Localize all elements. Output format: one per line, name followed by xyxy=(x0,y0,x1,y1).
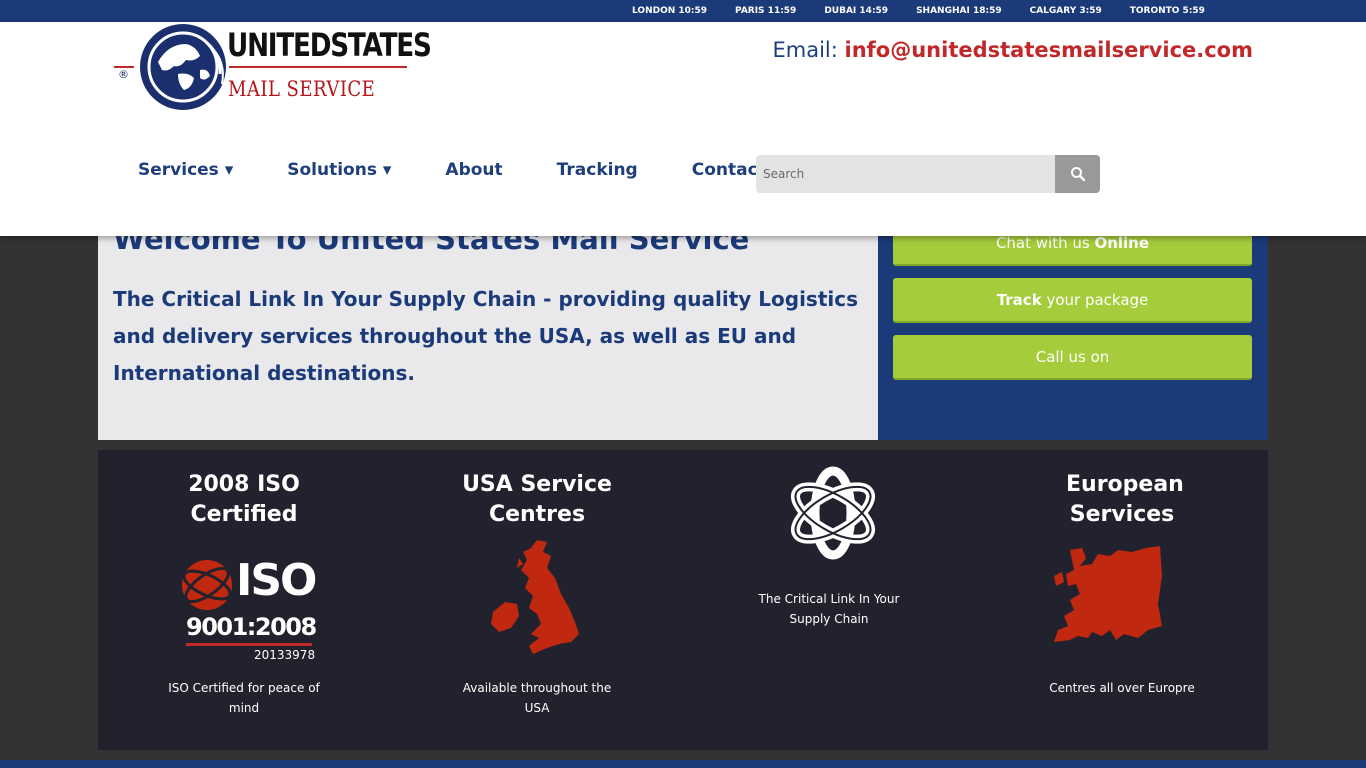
quick-actions-panel: Chat with us Online Track your package C… xyxy=(878,218,1268,440)
welcome-panel: Welcome To United States Mail Service Th… xyxy=(98,218,878,440)
email-link[interactable]: info@unitedstatesmailservice.com xyxy=(845,38,1253,62)
clock-london: LONDON 10:59 xyxy=(632,6,708,16)
europe-map-icon xyxy=(1054,546,1162,642)
nav-services[interactable]: Services ▾ xyxy=(138,160,233,180)
globe-logo-icon xyxy=(140,24,226,110)
logo-wordmark-top: UNITEDSTATES xyxy=(227,26,432,64)
feature-title: European Services xyxy=(1066,472,1184,527)
clock-shanghai: SHANGHAI 18:59 xyxy=(916,6,1002,16)
iso-wordmark: ISO xyxy=(236,555,317,606)
iso-standard-number: 9001:2008 xyxy=(186,613,317,641)
chat-label: Chat with us xyxy=(995,233,1095,252)
feature-european-services: European Services Centres all over Europ… xyxy=(976,450,1268,750)
track-label: your package xyxy=(1041,290,1149,309)
feature-iso: 2008 ISO Certified ISO 9001:2008 2013397… xyxy=(98,450,390,750)
main-nav: Services ▾ Solutions ▾ About Tracking Co… xyxy=(138,160,820,180)
search-bar xyxy=(756,155,1100,193)
site-header: ® UNITEDSTATES MAIL SERVICE Email: info@… xyxy=(0,22,1366,236)
iso-certificate-number: 20133978 xyxy=(254,648,316,662)
chat-label-bold: Online xyxy=(1094,233,1150,252)
service-map-icon xyxy=(491,540,579,654)
clock-paris: PARIS 11:59 xyxy=(735,6,797,16)
feature-title: 2008 ISO Certified xyxy=(188,472,300,527)
feature-title: USA Service Centres xyxy=(462,472,612,527)
search-input[interactable] xyxy=(756,155,1055,193)
feature-text: Available throughout the USA xyxy=(462,681,612,715)
search-icon xyxy=(1070,167,1085,182)
feature-text: Centres all over Europre xyxy=(1049,681,1195,695)
email-label: Email: xyxy=(772,38,845,62)
iso-underline xyxy=(186,643,312,646)
nav-contact[interactable]: Contact xyxy=(692,160,766,180)
feature-text: The Critical Link In Your Supply Chain xyxy=(758,592,900,626)
world-clocks: LONDON 10:59 PARIS 11:59 DUBAI 14:59 SHA… xyxy=(632,0,1233,22)
logo-wordmark-bottom: MAIL SERVICE xyxy=(228,77,376,101)
logo-divider xyxy=(229,66,407,68)
feature-usa-centres: USA Service Centres Available throughout… xyxy=(391,450,683,750)
call-label: Call us on xyxy=(1035,347,1110,366)
features-section: 2008 ISO Certified ISO 9001:2008 2013397… xyxy=(98,450,1268,750)
site-logo[interactable]: ® UNITEDSTATES MAIL SERVICE xyxy=(112,22,432,114)
iso-globe-icon xyxy=(182,560,232,610)
world-clock-bar: LONDON 10:59 PARIS 11:59 DUBAI 14:59 SHA… xyxy=(0,0,1366,22)
welcome-text: The Critical Link In Your Supply Chain -… xyxy=(113,287,859,385)
track-label-bold: Track xyxy=(996,290,1042,309)
nav-solutions[interactable]: Solutions ▾ xyxy=(287,160,391,180)
clock-calgary: CALGARY 3:59 xyxy=(1029,6,1102,16)
search-button[interactable] xyxy=(1055,155,1100,193)
nav-tracking[interactable]: Tracking xyxy=(557,160,638,180)
footer-bar xyxy=(0,760,1366,768)
contact-email: Email: info@unitedstatesmailservice.com xyxy=(773,38,1254,62)
feature-critical-link: The Critical Link In Your Supply Chain xyxy=(683,450,975,750)
clock-dubai: DUBAI 14:59 xyxy=(824,6,889,16)
registered-mark: ® xyxy=(118,68,129,81)
clock-toronto: TORONTO 5:59 xyxy=(1129,6,1205,16)
track-package-button[interactable]: Track your package xyxy=(893,278,1252,323)
atom-logo-icon xyxy=(791,466,875,560)
nav-about[interactable]: About xyxy=(445,160,502,180)
call-us-button[interactable]: Call us on xyxy=(893,335,1252,380)
feature-text: ISO Certified for peace of mind xyxy=(168,681,320,715)
